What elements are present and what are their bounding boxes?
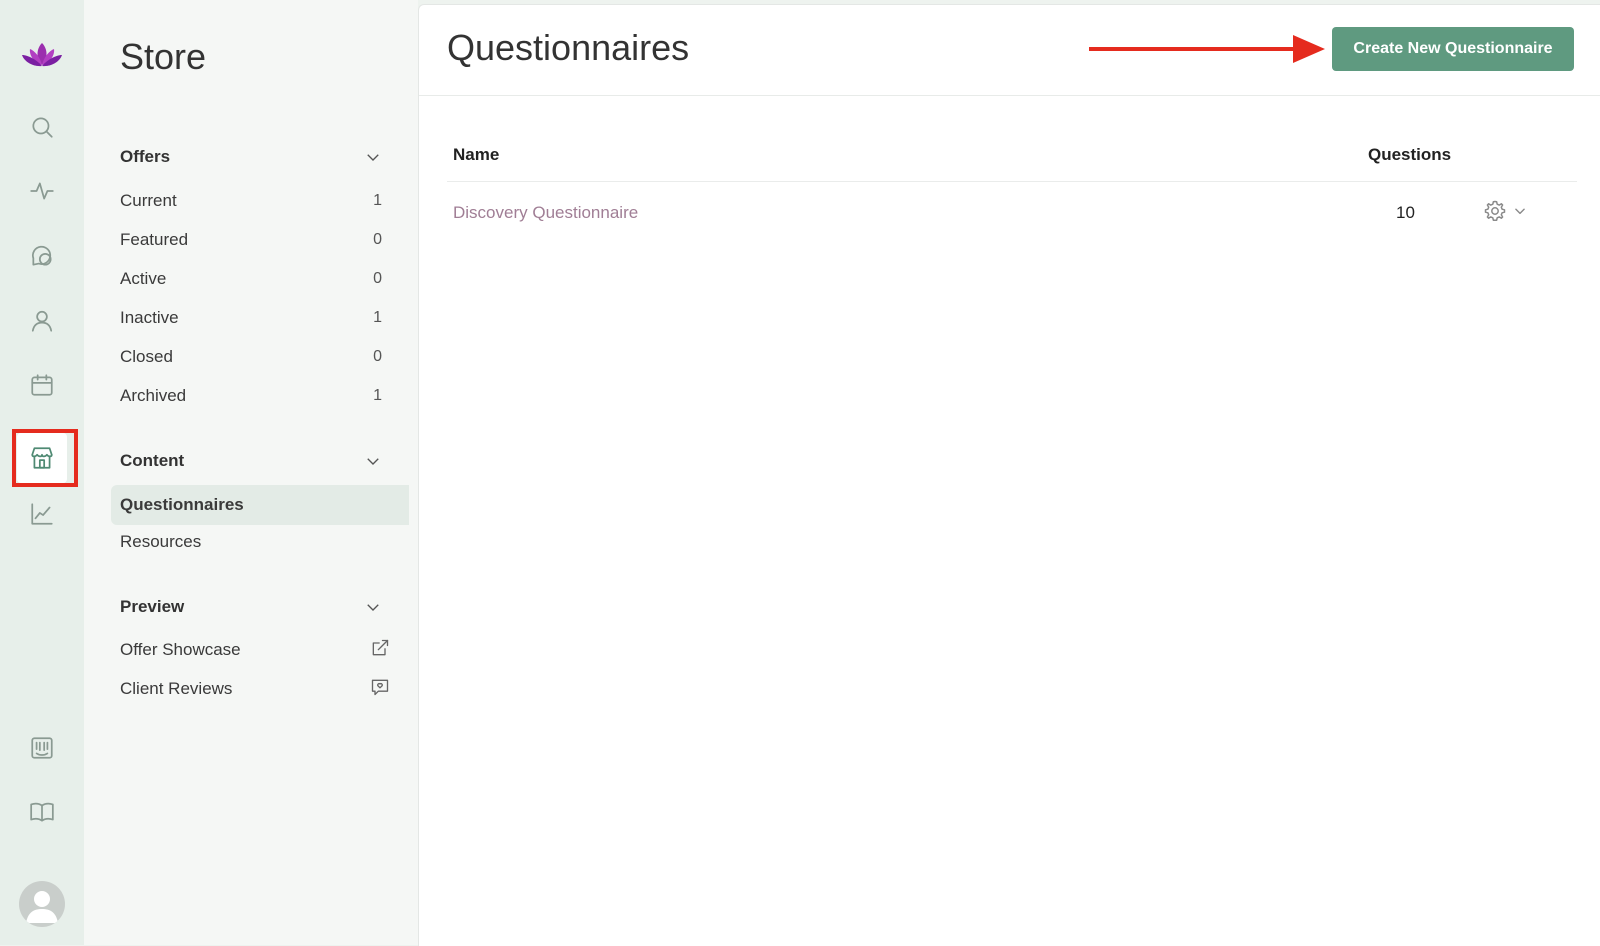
- chevron-down-icon: [367, 604, 379, 611]
- lotus-logo-icon[interactable]: [17, 34, 67, 78]
- annotation-arrow: [1089, 35, 1325, 63]
- nav-item-offer-showcase[interactable]: Offer Showcase: [120, 635, 390, 665]
- chevron-down-icon[interactable]: [1513, 204, 1527, 218]
- page-header: Questionnaires Create New Questionnaire: [419, 5, 1600, 96]
- row-actions-menu[interactable]: [1483, 199, 1527, 223]
- nav-item-archived[interactable]: Archived 1: [120, 381, 390, 411]
- count-badge: 0: [373, 270, 382, 287]
- nav-item-inactive[interactable]: Inactive 1: [120, 303, 390, 333]
- create-new-questionnaire-button[interactable]: Create New Questionnaire: [1332, 27, 1574, 71]
- external-link-icon: [370, 638, 390, 663]
- search-icon[interactable]: [17, 102, 67, 152]
- chart-icon[interactable]: [17, 489, 67, 539]
- store-subnav: Store Offers Current 1 Featured 0 Active…: [84, 0, 418, 945]
- avatar-icon[interactable]: [19, 881, 65, 927]
- chat-icon[interactable]: [17, 231, 67, 281]
- count-badge: 1: [373, 309, 382, 326]
- nav-item-questionnaires[interactable]: Questionnaires: [111, 485, 409, 525]
- count-badge: 0: [373, 348, 382, 365]
- nav-item-resources[interactable]: Resources: [120, 527, 390, 557]
- book-icon[interactable]: [17, 787, 67, 837]
- questions-count: 10: [1396, 203, 1415, 222]
- column-header-questions[interactable]: Questions: [1368, 145, 1451, 165]
- chevron-down-icon: [367, 154, 379, 161]
- store-icon[interactable]: [17, 433, 67, 483]
- feedback-icon[interactable]: [17, 723, 67, 773]
- count-badge: 1: [373, 192, 382, 209]
- section-content-header[interactable]: Content: [120, 446, 390, 476]
- gear-icon[interactable]: [1483, 199, 1507, 223]
- icon-rail: [0, 0, 84, 945]
- questionnaire-link[interactable]: Discovery Questionnaire: [453, 203, 638, 223]
- nav-item-current[interactable]: Current 1: [120, 186, 390, 216]
- nav-item-closed[interactable]: Closed 0: [120, 342, 390, 372]
- subnav-title: Store: [120, 36, 207, 77]
- chevron-down-icon: [367, 458, 379, 465]
- main-panel: Questionnaires Create New Questionnaire …: [418, 4, 1600, 946]
- person-icon[interactable]: [17, 296, 67, 346]
- section-offers-header[interactable]: Offers: [120, 142, 390, 172]
- count-badge: 1: [373, 387, 382, 404]
- nav-item-active[interactable]: Active 0: [120, 264, 390, 294]
- review-message-icon: [370, 677, 390, 702]
- table-row: Discovery Questionnaire 10: [447, 193, 1577, 235]
- section-preview-header[interactable]: Preview: [120, 592, 390, 622]
- table-header: Name Questions: [447, 137, 1577, 182]
- activity-icon[interactable]: [17, 166, 67, 216]
- count-badge: 0: [373, 231, 382, 248]
- calendar-icon[interactable]: [17, 360, 67, 410]
- nav-item-client-reviews[interactable]: Client Reviews: [120, 674, 390, 704]
- column-header-name[interactable]: Name: [453, 145, 499, 165]
- nav-item-featured[interactable]: Featured 0: [120, 225, 390, 255]
- page-title: Questionnaires: [447, 27, 690, 68]
